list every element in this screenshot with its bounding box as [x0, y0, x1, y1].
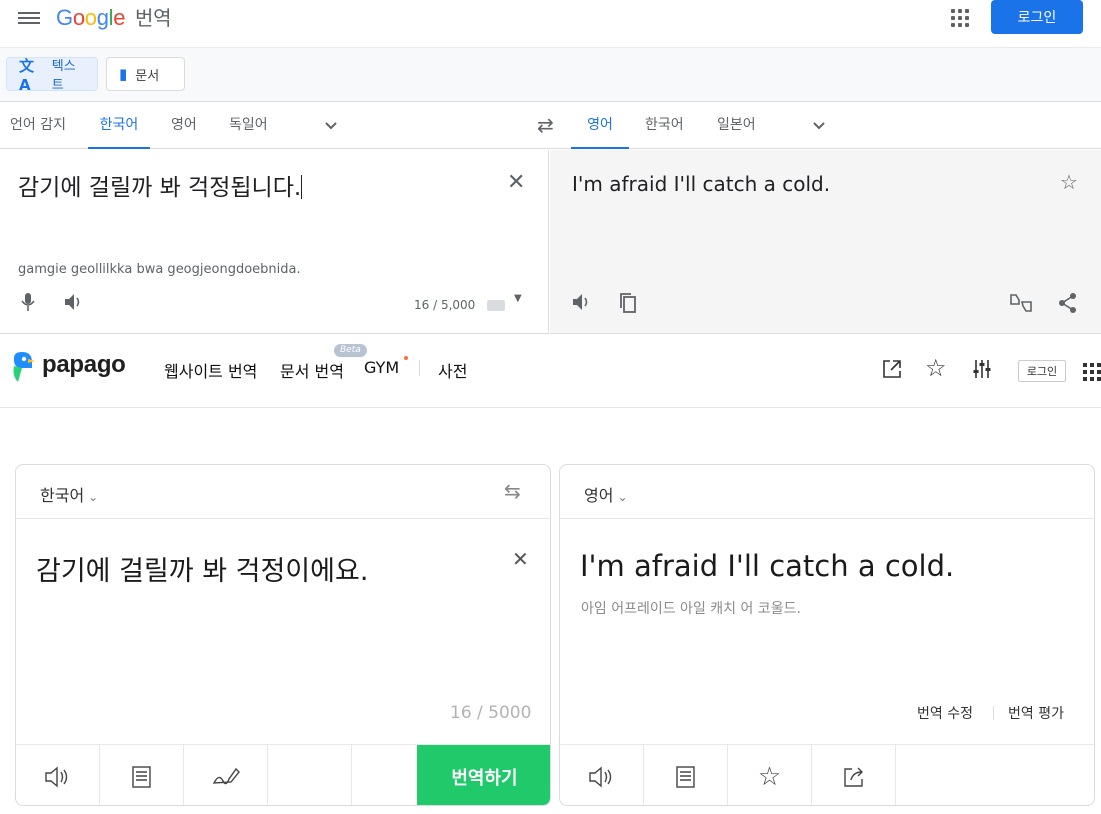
nav-gym[interactable]: GYM	[364, 358, 399, 377]
star-icon[interactable]: ☆	[1060, 170, 1078, 194]
speaker-icon[interactable]	[560, 745, 644, 805]
logo-subtitle: 번역	[134, 8, 172, 30]
src-lang-detect[interactable]: 언어 감지	[10, 103, 66, 149]
keyboard-icon[interactable]	[487, 300, 505, 311]
share-icon[interactable]	[812, 745, 896, 805]
star-icon[interactable]: ☆	[925, 354, 947, 382]
settings-icon[interactable]	[972, 358, 992, 380]
speaker-icon[interactable]	[572, 293, 592, 311]
tab-text[interactable]: 文A 텍스트	[6, 56, 98, 94]
open-external-icon[interactable]	[881, 358, 903, 380]
vocabulary-icon[interactable]	[100, 745, 184, 805]
mode-bar: 文A 텍스트 ▮ 문서	[0, 48, 1101, 102]
nav-website-translate[interactable]: 웹사이트 번역	[164, 358, 257, 382]
rate-translation-link[interactable]: 번역 평가	[1008, 703, 1064, 723]
document-icon: ▮	[119, 65, 128, 83]
target-toolbar: ☆	[560, 744, 1094, 805]
tgt-lang-japanese[interactable]: 일본어	[717, 103, 756, 149]
mic-icon[interactable]	[20, 292, 36, 312]
translation-output: I'm afraid I'll catch a cold.	[572, 172, 831, 196]
toolbar-empty-cell	[268, 745, 352, 805]
caret-down-icon[interactable]: ▼	[514, 293, 522, 304]
menu-icon[interactable]	[18, 9, 40, 27]
apps-icon[interactable]	[1083, 363, 1101, 381]
chevron-down-icon: ⌄	[617, 490, 628, 504]
feedback-icon[interactable]	[1008, 292, 1034, 314]
edit-translation-link[interactable]: 번역 수정	[917, 703, 973, 723]
close-icon[interactable]: ✕	[512, 547, 529, 571]
nav-divider	[419, 360, 420, 376]
nav-dictionary[interactable]: 사전	[438, 358, 467, 382]
src-lang-german[interactable]: 독일어	[229, 103, 268, 149]
nav-document-translate[interactable]: 문서 번역	[280, 358, 344, 382]
target-card: 영어 ⌄ I'm afraid I'll catch a cold. 아임 어프레…	[559, 464, 1095, 806]
source-toolbar: 번역하기	[16, 744, 550, 805]
new-dot-badge	[404, 356, 408, 360]
close-icon[interactable]: ✕	[507, 170, 525, 195]
source-language-select[interactable]: 한국어 ⌄	[40, 482, 98, 506]
target-panel: I'm afraid I'll catch a cold. ☆	[550, 150, 1101, 334]
papago-logo-text[interactable]: papago	[42, 351, 126, 379]
translate-button[interactable]: 번역하기	[417, 745, 550, 805]
translation-output: I'm afraid I'll catch a cold.	[580, 549, 955, 583]
beta-badge: Beta	[334, 344, 367, 357]
source-card: 한국어 ⌄ ⇆ 감기에 걸릴까 봐 걱정이에요. ✕ 16 / 5000 번역하기	[15, 464, 551, 806]
chevron-down-icon[interactable]	[810, 116, 828, 134]
char-count: 16 / 5000	[450, 703, 532, 723]
divider	[560, 518, 1094, 519]
source-panel: 감기에 걸릴까 봐 걱정됩니다. ✕ gamgie geollilkka bwa…	[0, 150, 549, 334]
apps-icon[interactable]	[951, 9, 969, 27]
src-lang-korean[interactable]: 한국어	[88, 103, 150, 149]
src-lang-english[interactable]: 영어	[171, 103, 197, 149]
divider	[16, 518, 550, 519]
speaker-icon[interactable]	[64, 293, 84, 311]
speaker-icon[interactable]	[16, 745, 100, 805]
tab-documents[interactable]: ▮ 문서	[106, 57, 185, 91]
source-input[interactable]: 감기에 걸릴까 봐 걱정이에요.	[36, 549, 368, 588]
target-language-select[interactable]: 영어 ⌄	[584, 482, 628, 506]
google-logo[interactable]: Google 번역	[56, 2, 171, 31]
romanization: gamgie geollilkka bwa geogjeongdoebnida.	[18, 262, 301, 277]
handwriting-icon[interactable]	[184, 745, 268, 805]
vocabulary-icon[interactable]	[644, 745, 728, 805]
chevron-down-icon: ⌄	[88, 490, 99, 504]
tgt-lang-korean[interactable]: 한국어	[645, 103, 684, 149]
login-button[interactable]: 로그인	[1018, 360, 1066, 382]
star-icon[interactable]: ☆	[728, 745, 812, 805]
copy-icon[interactable]	[618, 292, 638, 314]
source-input[interactable]: 감기에 걸릴까 봐 걱정됩니다.	[18, 168, 303, 202]
chevron-down-icon[interactable]	[322, 116, 340, 134]
google-header: Google 번역 로그인	[0, 0, 1101, 48]
text-caret	[301, 175, 303, 199]
translate-icon: 文A	[19, 56, 35, 94]
swap-icon[interactable]: ⇄	[537, 113, 554, 137]
papago-logo-icon[interactable]	[10, 350, 36, 384]
divider	[993, 706, 994, 720]
pronunciation: 아임 어프레이드 아일 캐치 어 코울드.	[581, 601, 801, 617]
char-count: 16 / 5,000	[414, 298, 476, 312]
login-button[interactable]: 로그인	[991, 0, 1083, 34]
share-icon[interactable]	[1058, 292, 1078, 314]
tgt-lang-english[interactable]: 영어	[571, 103, 629, 149]
papago-header: papago 웹사이트 번역 문서 번역 Beta GYM 사전 ☆ 로그인	[0, 336, 1101, 408]
swap-icon[interactable]: ⇆	[504, 479, 521, 503]
